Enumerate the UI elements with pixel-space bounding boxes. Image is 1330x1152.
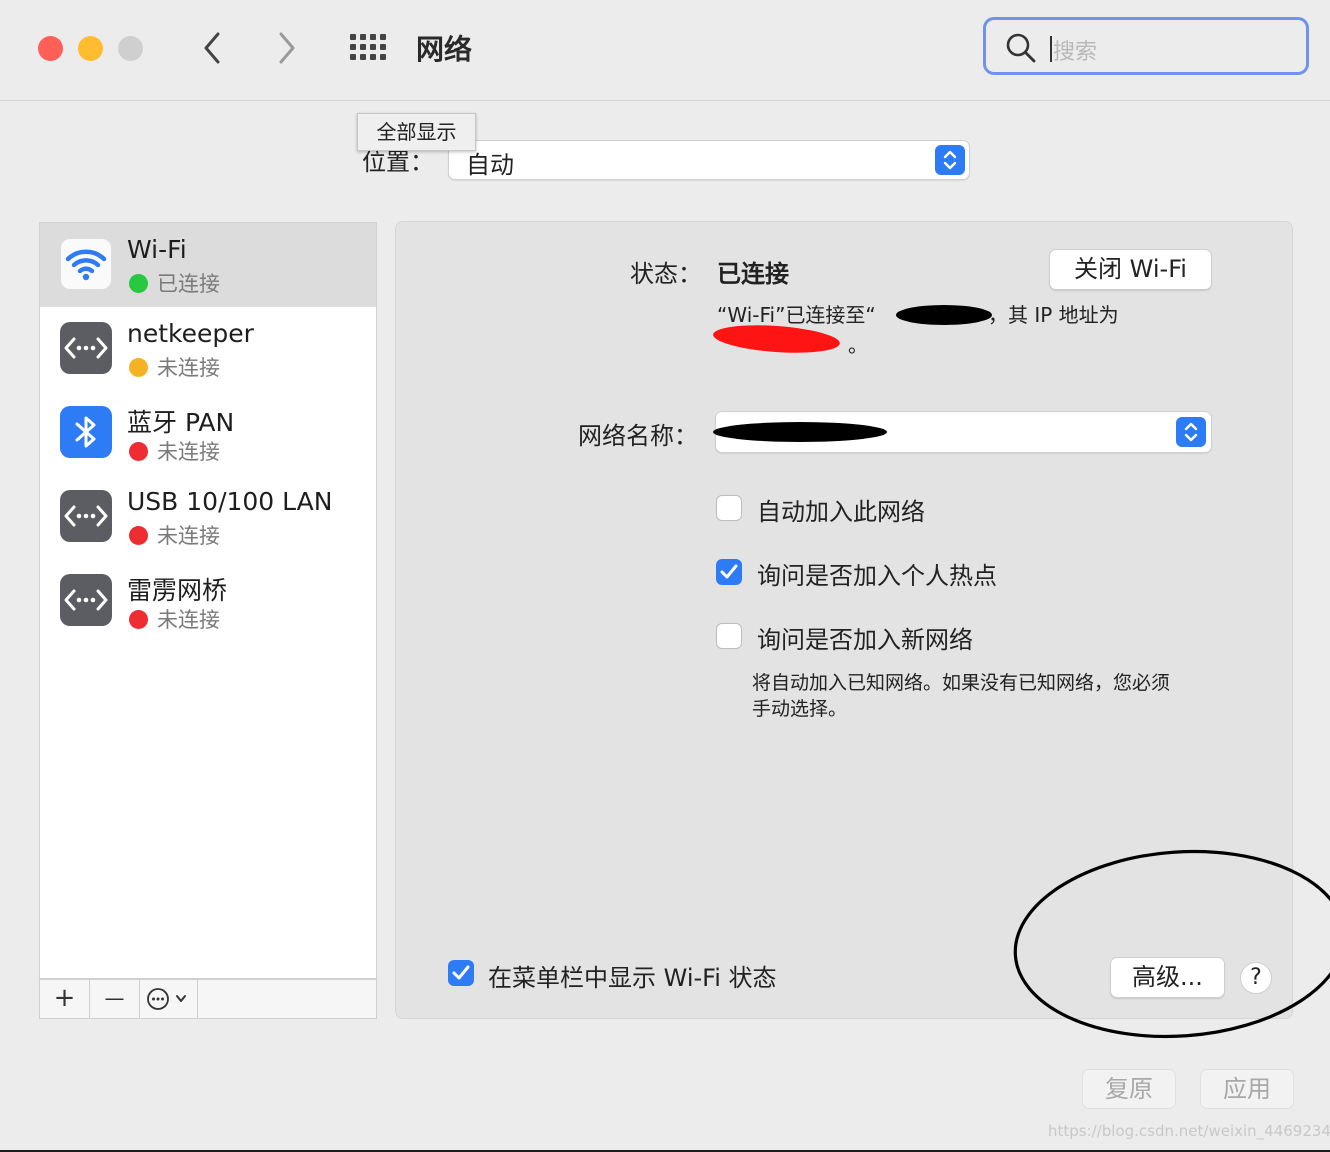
show-all-tooltip: 全部显示 [357, 113, 476, 151]
annotation-circle [1013, 849, 1330, 1039]
apply-button[interactable]: 应用 [1200, 1069, 1294, 1109]
watermark: https://blog.csdn.net/weixin_44692340 [1048, 1122, 1330, 1140]
revert-button[interactable]: 复原 [1082, 1069, 1176, 1109]
network-preferences-window: 网络 搜索 全部显示 位置： 自动 Wi-Fi 已连接 netkeeper 未连… [0, 0, 1330, 1150]
